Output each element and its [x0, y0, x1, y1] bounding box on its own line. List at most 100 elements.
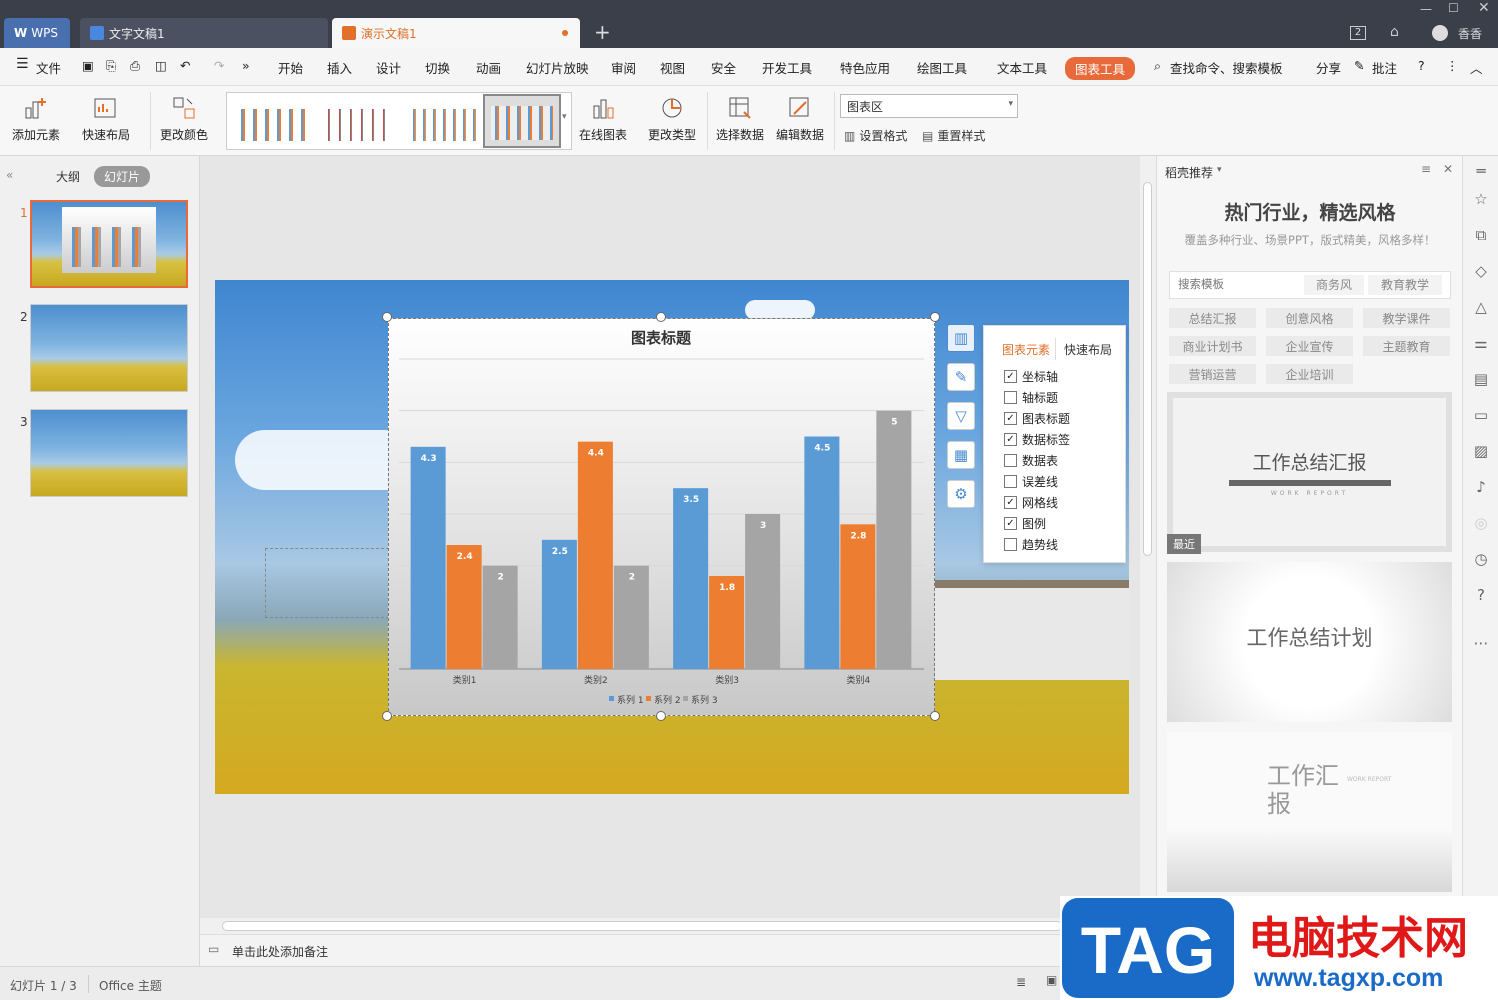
- tag-theme-education[interactable]: 主题教育: [1363, 336, 1450, 356]
- search-tag-business[interactable]: 商务风: [1304, 275, 1364, 295]
- notes-toggle-icon[interactable]: ≣: [1016, 975, 1026, 989]
- menu-transition[interactable]: 切换: [425, 58, 450, 77]
- box-icon[interactable]: ▭: [1472, 406, 1490, 424]
- popup-tab-elements[interactable]: 图表元素: [1002, 341, 1050, 358]
- resize-handle-bm[interactable]: [656, 711, 666, 721]
- print-icon[interactable]: ⎙: [130, 58, 140, 74]
- pane-menu-icon[interactable]: ≡: [1421, 162, 1431, 176]
- template-card-1[interactable]: 工作总结汇报 WORK REPORT 最近: [1167, 392, 1452, 554]
- chart-style-gallery[interactable]: [226, 92, 572, 150]
- fill-icon[interactable]: △: [1472, 298, 1490, 316]
- checkbox-unchecked-icon[interactable]: [1004, 454, 1017, 467]
- template-card-2[interactable]: 工作总结计划: [1167, 562, 1452, 722]
- template-search-input[interactable]: [1178, 277, 1296, 291]
- popup-tab-layout[interactable]: 快速布局: [1064, 341, 1112, 358]
- chart-style-2[interactable]: [323, 97, 391, 145]
- menu-slideshow[interactable]: 幻灯片放映: [526, 58, 589, 77]
- tag-summary-report[interactable]: 总结汇报: [1169, 308, 1256, 328]
- resize-handle-br[interactable]: [930, 711, 940, 721]
- gallery-scroll-icon[interactable]: ▾: [562, 112, 567, 122]
- menu-text-tools[interactable]: 文本工具: [997, 58, 1047, 77]
- notes-placeholder[interactable]: 单击此处添加备注: [232, 943, 328, 960]
- template-card-3[interactable]: 工作汇报 WORK REPORT: [1167, 732, 1452, 892]
- tag-marketing[interactable]: 营销运营: [1169, 364, 1256, 384]
- slide-thumbnail-1[interactable]: [30, 200, 188, 288]
- chart-element-option[interactable]: ✓ 数据标签: [1004, 431, 1070, 448]
- collapse-pane-icon[interactable]: «: [6, 168, 13, 182]
- checkbox-unchecked-icon[interactable]: [1004, 475, 1017, 488]
- menu-special-apps[interactable]: 特色应用: [840, 58, 890, 77]
- chart-element-option[interactable]: 趋势线: [1004, 536, 1058, 553]
- checkbox-checked-icon[interactable]: ✓: [1004, 517, 1017, 530]
- vertical-scroll-thumb[interactable]: [1143, 182, 1152, 556]
- menu-animation[interactable]: 动画: [476, 58, 501, 77]
- chart-object[interactable]: 图表标题 4.3 2.4 2 类别1 2.5 4.4 2 类别2 3.5 1.8 3 类别3 4.5 2.8…: [388, 318, 935, 716]
- select-data-button[interactable]: 选择数据: [716, 94, 764, 143]
- comment-icon[interactable]: ✎: [1354, 58, 1364, 73]
- more-options-icon[interactable]: ⋮: [1446, 58, 1459, 73]
- help-icon[interactable]: ?: [1418, 58, 1425, 73]
- pane-header[interactable]: 稻壳推荐: [1165, 164, 1213, 181]
- new-tab-button[interactable]: +: [594, 20, 611, 44]
- settings-gear-icon[interactable]: ⚙: [947, 480, 975, 508]
- chart-style-3[interactable]: [409, 97, 477, 145]
- chart-style-4-selected[interactable]: [483, 94, 561, 148]
- change-type-button[interactable]: 更改类型: [648, 94, 696, 143]
- checkbox-unchecked-icon[interactable]: [1004, 391, 1017, 404]
- shapes-icon[interactable]: ◇: [1472, 262, 1490, 280]
- checkbox-checked-icon[interactable]: ✓: [1004, 433, 1017, 446]
- tab-presentation-doc[interactable]: 演示文稿1: [332, 18, 580, 48]
- adjust-icon[interactable]: ⚌: [1472, 334, 1490, 352]
- help-circle-icon[interactable]: ?: [1472, 586, 1490, 604]
- add-element-button[interactable]: 添加元素: [12, 94, 60, 143]
- chart-style-1[interactable]: [237, 97, 305, 145]
- menu-view[interactable]: 视图: [660, 58, 685, 77]
- collapse-bar-icon[interactable]: ═: [1472, 162, 1490, 180]
- collapse-ribbon-icon[interactable]: ︿: [1470, 58, 1483, 77]
- horizontal-scrollbar[interactable]: [200, 918, 1062, 934]
- more-dots-icon[interactable]: ⋯: [1472, 634, 1490, 652]
- menu-file[interactable]: 文件: [36, 58, 61, 77]
- edit-data-button[interactable]: 编辑数据: [776, 94, 824, 143]
- search-command[interactable]: 查找命令、搜索模板: [1170, 58, 1283, 77]
- chart-element-option[interactable]: ✓ 坐标轴: [1004, 368, 1058, 385]
- menu-security[interactable]: 安全: [711, 58, 736, 77]
- tag-teaching-courseware[interactable]: 教学课件: [1363, 308, 1450, 328]
- online-chart-quick-icon[interactable]: ▦: [947, 441, 975, 469]
- tab-slides[interactable]: 幻灯片: [94, 166, 151, 187]
- notes-area[interactable]: ▭ 单击此处添加备注: [200, 934, 1140, 966]
- resize-handle-bl[interactable]: [382, 711, 392, 721]
- chart-filter-icon[interactable]: ▽: [947, 402, 975, 430]
- share-button[interactable]: 分享: [1316, 58, 1341, 77]
- chart-element-option[interactable]: ✓ 图例: [1004, 515, 1046, 532]
- online-chart-button[interactable]: 在线图表: [579, 94, 627, 143]
- chart-element-option[interactable]: 轴标题: [1004, 389, 1058, 406]
- normal-view-icon[interactable]: ▣: [1046, 973, 1057, 987]
- menu-insert[interactable]: 插入: [327, 58, 352, 77]
- chart-area-select[interactable]: 图表区 ▾: [840, 94, 1018, 118]
- set-format-button[interactable]: ▥ 设置格式: [844, 127, 907, 144]
- menu-review[interactable]: 审阅: [611, 58, 636, 77]
- history-icon[interactable]: ◷: [1472, 550, 1490, 568]
- tag-corporate-promo[interactable]: 企业宣传: [1266, 336, 1353, 356]
- star-icon[interactable]: ☆: [1472, 190, 1490, 208]
- wps-home-tab[interactable]: W WPS: [4, 18, 70, 48]
- search-icon[interactable]: ⌕: [1154, 58, 1161, 74]
- menu-drawing-tools[interactable]: 绘图工具: [917, 58, 967, 77]
- search-tag-education[interactable]: 教育教学: [1368, 275, 1442, 295]
- chart-element-option[interactable]: 数据表: [1004, 452, 1058, 469]
- slide-thumbnail-2[interactable]: [30, 304, 188, 392]
- audio-icon[interactable]: ♪: [1472, 478, 1490, 496]
- redo-icon[interactable]: ↷: [214, 58, 224, 73]
- checkbox-checked-icon[interactable]: ✓: [1004, 496, 1017, 509]
- checkbox-unchecked-icon[interactable]: [1004, 538, 1017, 551]
- more-menus-icon[interactable]: »: [242, 58, 250, 73]
- comment-button[interactable]: 批注: [1372, 58, 1397, 77]
- user-name[interactable]: 香香: [1458, 25, 1482, 42]
- checkbox-checked-icon[interactable]: ✓: [1004, 370, 1017, 383]
- maximize-icon[interactable]: ☐: [1448, 1, 1459, 15]
- image-icon[interactable]: ▨: [1472, 442, 1490, 460]
- menu-design[interactable]: 设计: [376, 58, 401, 77]
- resize-handle-tl[interactable]: [382, 312, 392, 322]
- export-icon[interactable]: ⎘: [106, 58, 116, 74]
